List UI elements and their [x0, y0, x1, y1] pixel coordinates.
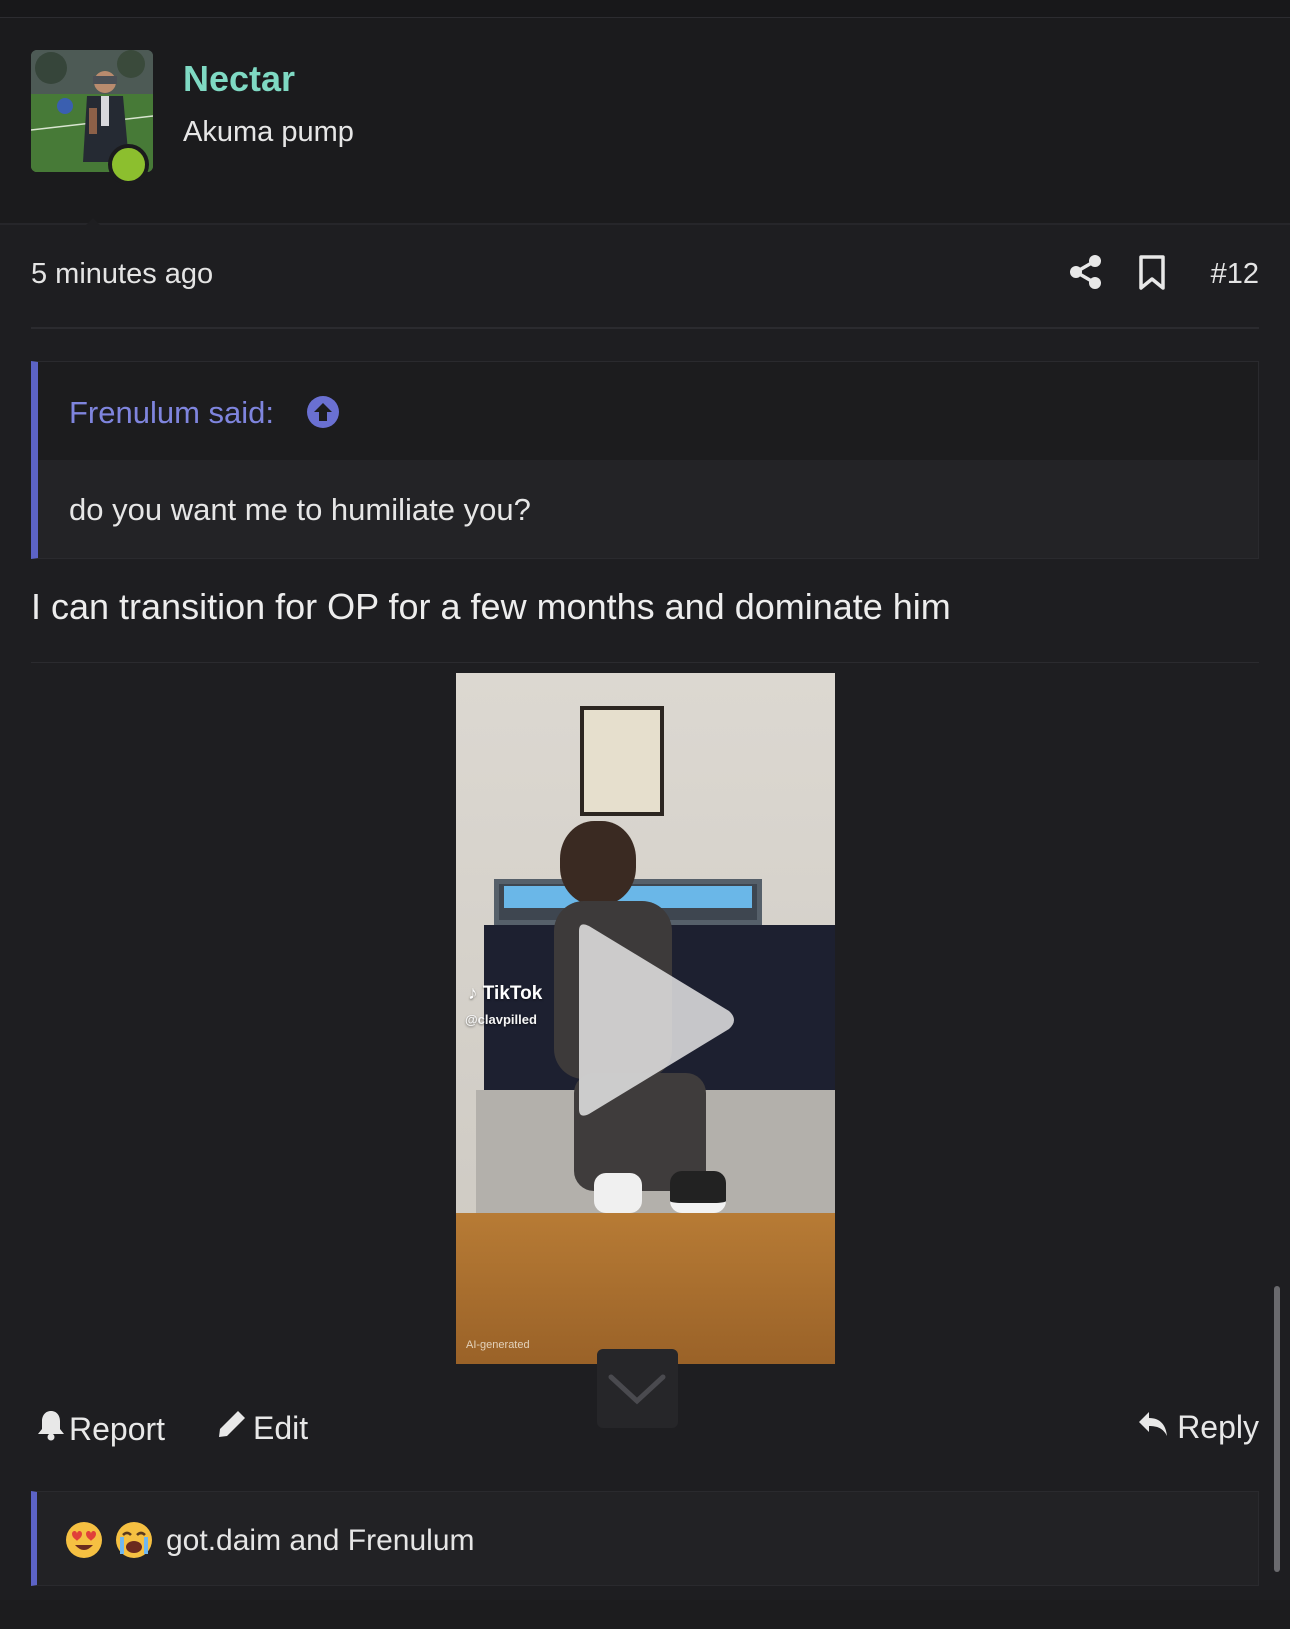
video-scene-person	[560, 821, 636, 905]
video-scene-shoe	[670, 1171, 726, 1213]
tiktok-label: TikTok	[482, 983, 543, 1004]
reactions-bar[interactable]: got.daim and Frenulum	[31, 1491, 1259, 1586]
play-icon[interactable]	[569, 921, 739, 1119]
quote-text: do you want me to humiliate you?	[69, 492, 531, 527]
avatar[interactable]	[31, 50, 153, 185]
quote-body: do you want me to humiliate you?	[38, 460, 1258, 558]
pencil-icon	[217, 1409, 247, 1447]
tiktok-handle: @clavpilled	[465, 1012, 537, 1027]
divider	[31, 662, 1259, 663]
report-label: Report	[69, 1410, 166, 1447]
bookmark-icon[interactable]	[1137, 254, 1167, 292]
arrow-up-circle-icon[interactable]	[306, 395, 340, 429]
post-meta: 5 minutes ago #12	[31, 254, 1259, 296]
divider	[31, 327, 1259, 329]
edit-button[interactable]: Edit	[217, 1409, 308, 1447]
quote-author[interactable]: Frenulum said:	[69, 395, 274, 431]
reply-label: Reply	[1177, 1409, 1259, 1445]
reply-button[interactable]: Reply	[1137, 1409, 1259, 1446]
tiktok-watermark: ♪ TikTok	[468, 983, 543, 1004]
post-body-text: I can transition for OP for a few months…	[31, 586, 951, 627]
crying-emoji-icon	[114, 1520, 154, 1565]
report-button[interactable]: Report	[37, 1409, 165, 1449]
video-scene-shoe	[594, 1173, 642, 1213]
username[interactable]: Nectar	[183, 58, 295, 100]
reaction-users[interactable]: got.daim and Frenulum	[166, 1524, 475, 1558]
video-scene-frame	[580, 706, 664, 816]
bell-icon	[37, 1409, 65, 1449]
edit-label: Edit	[253, 1409, 309, 1446]
post-timestamp[interactable]: 5 minutes ago	[31, 258, 213, 291]
online-status-dot	[108, 144, 149, 185]
post-number[interactable]: #12	[1211, 258, 1259, 291]
quote-header: Frenulum said:	[38, 362, 1258, 460]
reaction-emojis	[64, 1520, 154, 1565]
share-icon[interactable]	[1068, 254, 1104, 290]
reply-icon	[1137, 1409, 1169, 1446]
top-strip	[0, 0, 1290, 18]
post-author-block: Nectar Akuma pump	[0, 18, 1290, 245]
video-embed[interactable]: ♪ TikTok @clavpilled AI-generated	[456, 673, 835, 1364]
scrollbar[interactable]	[1274, 1286, 1280, 1572]
bottom-strip	[0, 1600, 1290, 1629]
post-actions: Report Edit Reply	[31, 1405, 1259, 1455]
quote-block: Frenulum said: do you want me to humilia…	[31, 361, 1259, 559]
heart-eyes-emoji-icon	[64, 1520, 104, 1565]
author-pointer	[66, 218, 120, 245]
ai-generated-badge: AI-generated	[466, 1339, 530, 1351]
user-title: Akuma pump	[183, 116, 354, 148]
